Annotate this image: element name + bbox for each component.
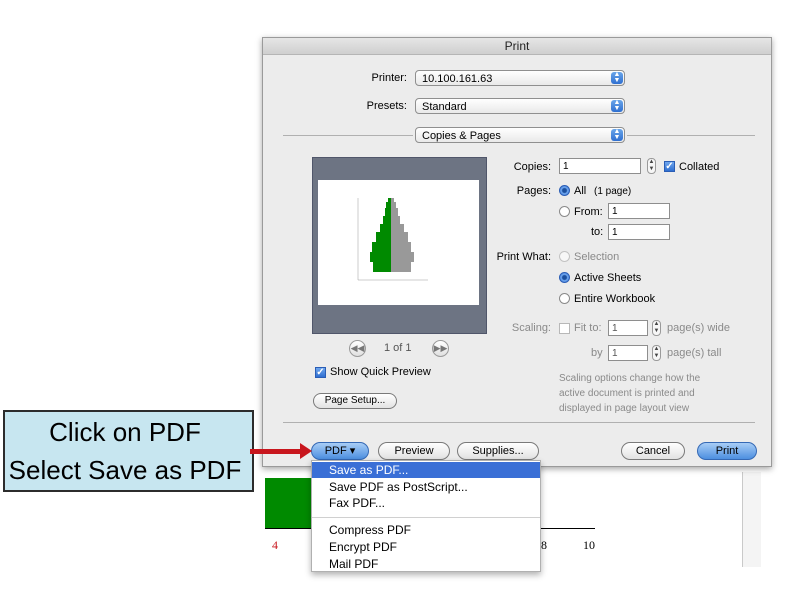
background-scrollbar[interactable] <box>742 472 761 567</box>
fit-tall-stepper[interactable]: ▲ ▼ <box>652 345 661 361</box>
pages-all-note: (1 page) <box>594 186 632 197</box>
callout-arrow-line <box>250 449 302 454</box>
printer-value: 10.100.161.63 <box>422 73 493 85</box>
preview-page-thumbnail <box>318 180 479 305</box>
entire-workbook-label: Entire Workbook <box>574 293 656 305</box>
page-setup-button[interactable]: Page Setup... <box>313 393 397 409</box>
print-preview-panel <box>312 157 487 334</box>
background-tick-label: 10 <box>583 538 595 552</box>
copies-label: Copies: <box>513 161 551 173</box>
menu-item-fax-pdf[interactable]: Fax PDF... <box>312 495 540 511</box>
popup-arrows-icon: ▲ ▼ <box>611 71 623 84</box>
collated-label: Collated <box>679 161 720 173</box>
active-sheets-label: Active Sheets <box>574 272 642 284</box>
show-preview-checkbox[interactable]: ✓ <box>315 367 326 378</box>
show-preview-label: Show Quick Preview <box>330 366 431 378</box>
menu-item-save-pdf-as-postscript[interactable]: Save PDF as PostScript... <box>312 479 540 495</box>
selection-radio[interactable] <box>559 251 570 262</box>
popup-arrows-icon: ▲ ▼ <box>611 128 623 141</box>
print-dialog: Print Printer: 10.100.161.63 ▲ ▼ Presets:… <box>262 37 772 467</box>
menu-item-save-as-pdf[interactable]: Save as PDF... <box>312 462 540 478</box>
arrow-right-icon <box>300 443 312 459</box>
supplies-button[interactable]: Supplies... <box>457 442 539 460</box>
pages-from-radio[interactable] <box>559 206 570 217</box>
section-value: Copies & Pages <box>422 130 501 142</box>
page-indicator: 1 of 1 <box>384 342 412 354</box>
fit-tall-input[interactable]: 1 <box>608 345 648 361</box>
fit-wide-input[interactable]: 1 <box>608 320 648 336</box>
by-label: by <box>591 347 603 359</box>
fit-wide-stepper[interactable]: ▲ ▼ <box>652 320 661 336</box>
next-page-button[interactable]: ▶▶ <box>432 340 449 357</box>
fit-to-checkbox[interactable] <box>559 323 570 334</box>
entire-workbook-radio[interactable] <box>559 293 570 304</box>
pages-from-input[interactable]: 1 <box>608 203 670 219</box>
print-what-label: Print What: <box>496 251 551 263</box>
collated-checkbox[interactable]: ✓ <box>664 161 675 172</box>
divider <box>283 422 755 423</box>
menu-item-encrypt-pdf[interactable]: Encrypt PDF <box>312 539 540 555</box>
preview-button[interactable]: Preview <box>378 442 450 460</box>
dialog-title: Print <box>263 38 771 55</box>
callout-line-2: Select Save as PDF <box>8 455 242 485</box>
divider <box>283 135 413 136</box>
printer-select[interactable]: 10.100.161.63 ▲ ▼ <box>415 70 625 86</box>
presets-label: Presets: <box>366 100 407 112</box>
background-tick-label: 4 <box>272 538 278 552</box>
scaling-note: Scaling options change how the active do… <box>559 373 701 414</box>
section-select[interactable]: Copies & Pages ▲ ▼ <box>415 127 625 143</box>
copies-input[interactable]: 1 <box>559 158 641 174</box>
menu-item-mail-pdf[interactable]: Mail PDF <box>312 556 540 571</box>
pages-label: Pages: <box>516 185 551 197</box>
pdf-menu-button[interactable]: PDF ▾ <box>311 442 369 460</box>
selection-label: Selection <box>574 251 620 263</box>
callout-line-1: Click on PDF <box>49 417 201 447</box>
previous-page-button[interactable]: ◀◀ <box>349 340 366 357</box>
presets-value: Standard <box>422 101 467 113</box>
menu-separator <box>312 517 540 518</box>
scaling-label: Scaling: <box>511 322 551 334</box>
copies-stepper[interactable]: ▲ ▼ <box>647 158 656 174</box>
print-button[interactable]: Print <box>697 442 757 460</box>
fit-to-label: Fit to: <box>574 322 602 334</box>
presets-select[interactable]: Standard ▲ ▼ <box>415 98 625 114</box>
page-tall-label: page(s) tall <box>667 347 722 359</box>
background-tick-label: 8 <box>541 538 547 552</box>
pages-to-input[interactable]: 1 <box>608 224 670 240</box>
background-chart-bar <box>265 478 315 528</box>
population-pyramid-thumbnail <box>357 198 428 281</box>
page-wide-label: page(s) wide <box>667 322 730 334</box>
pages-all-label: All <box>574 185 587 197</box>
pages-from-label: From: <box>574 206 603 218</box>
pages-to-label: to: <box>591 226 604 238</box>
printer-label: Printer: <box>371 72 407 84</box>
divider <box>627 135 755 136</box>
menu-item-compress-pdf[interactable]: Compress PDF <box>312 522 540 538</box>
pdf-dropdown-menu: Save as PDF... Save PDF as PostScript...… <box>311 460 541 572</box>
cancel-button[interactable]: Cancel <box>621 442 685 460</box>
popup-arrows-icon: ▲ ▼ <box>611 99 623 112</box>
pages-all-radio[interactable] <box>559 185 570 196</box>
active-sheets-radio[interactable] <box>559 272 570 283</box>
